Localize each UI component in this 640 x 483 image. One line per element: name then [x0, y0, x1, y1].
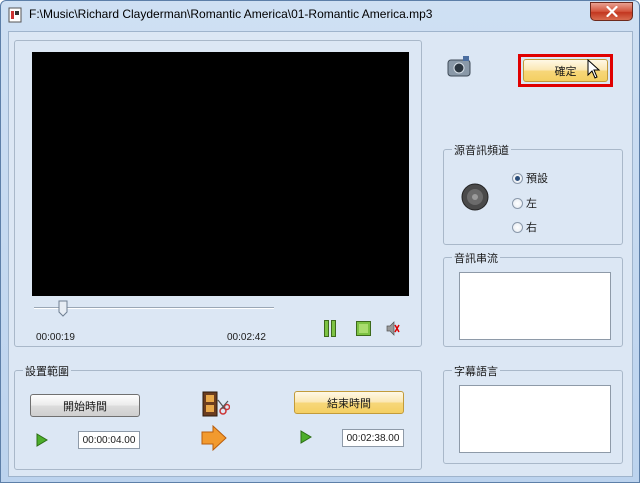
- seek-slider-track[interactable]: [34, 307, 274, 309]
- radio-left[interactable]: [512, 197, 523, 209]
- total-time: 00:02:42: [227, 332, 266, 343]
- start-time-button[interactable]: 開始時間: [30, 394, 140, 417]
- audio-stream-label: 音訊串流: [452, 250, 500, 266]
- seek-slider-thumb[interactable]: [58, 300, 68, 317]
- title-bar[interactable]: F:\Music\Richard Clayderman\Romantic Ame…: [1, 1, 639, 29]
- channel-option-right[interactable]: 右: [512, 219, 537, 235]
- current-time: 00:00:19: [36, 332, 75, 343]
- stop-icon[interactable]: [356, 321, 371, 336]
- range-group-label: 設置範圍: [23, 363, 71, 379]
- subtitle-list[interactable]: [459, 385, 611, 453]
- app-window: F:\Music\Richard Clayderman\Romantic Ame…: [0, 0, 640, 483]
- window-title: F:\Music\Richard Clayderman\Romantic Ame…: [29, 7, 433, 21]
- close-icon: [605, 6, 618, 17]
- play-from-start-icon[interactable]: [36, 433, 48, 447]
- radio-right[interactable]: [512, 221, 523, 233]
- play-to-end-icon[interactable]: [300, 430, 312, 444]
- audio-channel-label: 源音訊頻道: [452, 142, 511, 158]
- arrow-right-icon: [201, 425, 227, 451]
- app-icon: [8, 7, 22, 23]
- mute-icon[interactable]: [386, 321, 400, 336]
- range-group: 設置範圍: [14, 363, 422, 470]
- channel-option-default-label: 預設: [526, 173, 548, 185]
- channel-option-left-label: 左: [526, 198, 537, 210]
- channel-option-default[interactable]: 預設: [512, 170, 548, 186]
- video-preview: [32, 52, 409, 296]
- channel-option-right-label: 右: [526, 222, 537, 234]
- pause-icon[interactable]: [324, 320, 336, 337]
- channel-option-left[interactable]: 左: [512, 195, 537, 211]
- end-time-button[interactable]: 結束時間: [294, 391, 404, 414]
- subtitle-label: 字幕語言: [452, 363, 500, 379]
- end-time-field[interactable]: 00:02:38.00: [342, 429, 404, 447]
- start-time-field[interactable]: 00:00:04.00: [78, 431, 140, 449]
- radio-default[interactable]: [512, 172, 523, 184]
- mouse-cursor-icon: [587, 59, 601, 79]
- close-button[interactable]: [590, 2, 633, 21]
- film-cut-icon: [202, 391, 230, 417]
- dialog-client-area: 00:00:19 00:02:42 設置範圍 開始時間 結束時間 00:00:0…: [8, 31, 633, 477]
- speaker-icon: [461, 183, 489, 211]
- camera-icon[interactable]: [446, 54, 472, 78]
- audio-stream-list[interactable]: [459, 272, 611, 340]
